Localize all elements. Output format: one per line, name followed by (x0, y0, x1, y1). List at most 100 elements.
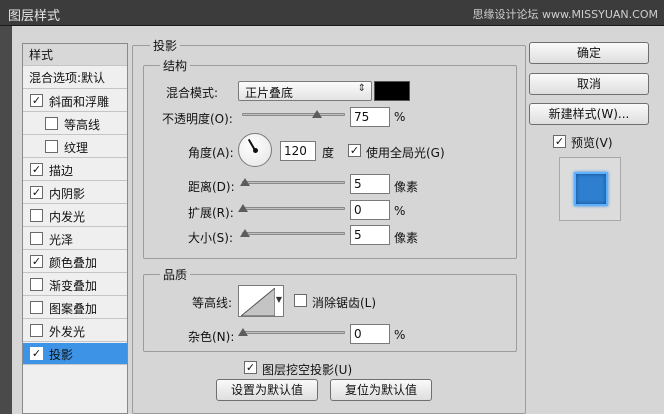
blend-mode-label: 混合模式: (166, 86, 219, 100)
style-item-label: 外发光 (49, 325, 86, 339)
style-item-contour[interactable]: 等高线 (23, 113, 127, 135)
size-unit: 像素 (394, 231, 419, 245)
spread-label: 扩展(R): (188, 206, 234, 220)
section-title: 投影 (150, 37, 181, 54)
outer-glow-checkbox[interactable] (30, 324, 43, 337)
style-preview (559, 157, 621, 221)
style-item-texture[interactable]: 纹理 (23, 136, 127, 158)
ok-button[interactable]: 确定 (529, 42, 649, 64)
spread-slider-thumb[interactable] (238, 204, 248, 212)
style-item-satin[interactable]: 光泽 (23, 228, 127, 250)
style-item-label: 图案叠加 (49, 302, 98, 316)
pattern-overlay-checkbox[interactable] (30, 301, 43, 314)
spread-input[interactable]: 0 (350, 200, 390, 220)
global-light-checkbox[interactable]: ✓ (348, 144, 361, 157)
noise-input[interactable]: 0 (350, 324, 390, 344)
bevel-emboss-checkbox[interactable]: ✓ (30, 94, 43, 107)
style-item-label: 投影 (49, 348, 74, 362)
preview-checkbox[interactable]: ✓ (553, 135, 566, 148)
opacity-input[interactable]: 75 (350, 107, 390, 127)
anti-alias-checkbox[interactable] (294, 294, 307, 307)
style-item-label: 渐变叠加 (49, 279, 98, 293)
make-default-button[interactable]: 设置为默认值 (216, 379, 318, 401)
style-list: 样式 混合选项:默认 ✓ 斜面和浮雕 等高线 纹理 ✓ 描边 ✓ 内阴影 内发光… (22, 43, 128, 414)
angle-input[interactable]: 120 (280, 141, 316, 161)
size-slider-thumb[interactable] (240, 229, 250, 237)
new-style-button[interactable]: 新建样式(W)... (529, 103, 649, 125)
opacity-slider-thumb[interactable] (312, 110, 322, 118)
style-item-gradient-overlay[interactable]: 渐变叠加 (23, 274, 127, 296)
style-item-color-overlay[interactable]: ✓ 颜色叠加 (23, 251, 127, 273)
style-list-header: 样式 (23, 44, 127, 66)
stroke-checkbox[interactable]: ✓ (30, 163, 43, 176)
distance-slider-thumb[interactable] (240, 178, 250, 186)
style-item-drop-shadow[interactable]: ✓ 投影 (23, 343, 127, 365)
texture-checkbox[interactable] (45, 140, 58, 153)
watermark: 思缘设计论坛 www.MISSYUAN.COM (472, 8, 658, 21)
contour-curve-icon (241, 288, 275, 316)
style-item-inner-shadow[interactable]: ✓ 内阴影 (23, 182, 127, 204)
preview-label: 预览(V) (571, 136, 613, 150)
opacity-slider[interactable] (242, 113, 345, 116)
gradient-overlay-checkbox[interactable] (30, 278, 43, 291)
style-item-label: 纹理 (64, 141, 89, 155)
satin-checkbox[interactable] (30, 232, 43, 245)
angle-unit: 度 (322, 146, 335, 160)
structure-title: 结构 (160, 57, 191, 74)
shadow-color-swatch[interactable] (374, 81, 410, 101)
style-item-outer-glow[interactable]: 外发光 (23, 320, 127, 342)
blend-mode-select[interactable]: 正片叠底 ⇕ (238, 81, 372, 101)
updown-arrow-icon: ⇕ (357, 83, 366, 94)
knockout-label: 图层挖空投影(U) (262, 363, 353, 377)
spread-unit: % (394, 204, 406, 218)
noise-unit: % (394, 328, 406, 342)
spread-slider[interactable] (242, 207, 345, 210)
opacity-label: 不透明度(O): (162, 112, 233, 126)
size-slider[interactable] (242, 232, 345, 235)
style-item-label: 内阴影 (49, 187, 86, 201)
opacity-unit: % (394, 110, 406, 124)
contour-checkbox[interactable] (45, 117, 58, 130)
distance-input[interactable]: 5 (350, 174, 390, 194)
style-item-pattern-overlay[interactable]: 图案叠加 (23, 297, 127, 319)
distance-slider[interactable] (242, 181, 345, 184)
global-light-label: 使用全局光(G) (366, 146, 445, 160)
style-item-label: 颜色叠加 (49, 256, 98, 270)
blend-options-item[interactable]: 混合选项:默认 (23, 67, 127, 89)
knockout-checkbox[interactable]: ✓ (244, 361, 257, 374)
distance-unit: 像素 (394, 180, 419, 194)
dropdown-arrow-icon: ▼ (275, 295, 282, 304)
distance-label: 距离(D): (188, 180, 235, 194)
style-item-bevel-emboss[interactable]: ✓ 斜面和浮雕 (23, 90, 127, 112)
style-item-label: 光泽 (49, 233, 74, 247)
style-item-label: 等高线 (64, 118, 101, 132)
style-item-label: 内发光 (49, 210, 86, 224)
noise-slider-thumb[interactable] (238, 328, 248, 336)
layer-style-dialog: 样式 混合选项:默认 ✓ 斜面和浮雕 等高线 纹理 ✓ 描边 ✓ 内阴影 内发光… (0, 26, 664, 414)
contour-label: 等高线: (192, 296, 233, 310)
preview-thumbnail (574, 172, 608, 206)
size-input[interactable]: 5 (350, 225, 390, 245)
anti-alias-label: 消除锯齿(L) (312, 296, 377, 310)
style-item-label: 描边 (49, 164, 74, 178)
cancel-button[interactable]: 取消 (529, 73, 649, 95)
reset-default-button[interactable]: 复位为默认值 (330, 379, 432, 401)
blend-mode-value: 正片叠底 (245, 86, 294, 100)
drop-shadow-checkbox[interactable]: ✓ (30, 347, 43, 360)
angle-dial-center (253, 148, 258, 153)
style-item-label: 斜面和浮雕 (49, 95, 110, 109)
size-label: 大小(S): (188, 231, 234, 245)
style-item-stroke[interactable]: ✓ 描边 (23, 159, 127, 181)
contour-picker[interactable]: ▼ (238, 285, 284, 317)
inner-shadow-checkbox[interactable]: ✓ (30, 186, 43, 199)
angle-dial[interactable] (238, 133, 272, 167)
noise-slider[interactable] (242, 331, 345, 334)
noise-label: 杂色(N): (188, 330, 235, 344)
quality-title: 品质 (160, 266, 191, 283)
title-bar: 图层样式 思缘设计论坛 www.MISSYUAN.COM (0, 0, 664, 26)
color-overlay-checkbox[interactable]: ✓ (30, 255, 43, 268)
style-item-inner-glow[interactable]: 内发光 (23, 205, 127, 227)
window-title: 图层样式 (8, 9, 61, 24)
angle-label: 角度(A): (188, 146, 234, 160)
inner-glow-checkbox[interactable] (30, 209, 43, 222)
